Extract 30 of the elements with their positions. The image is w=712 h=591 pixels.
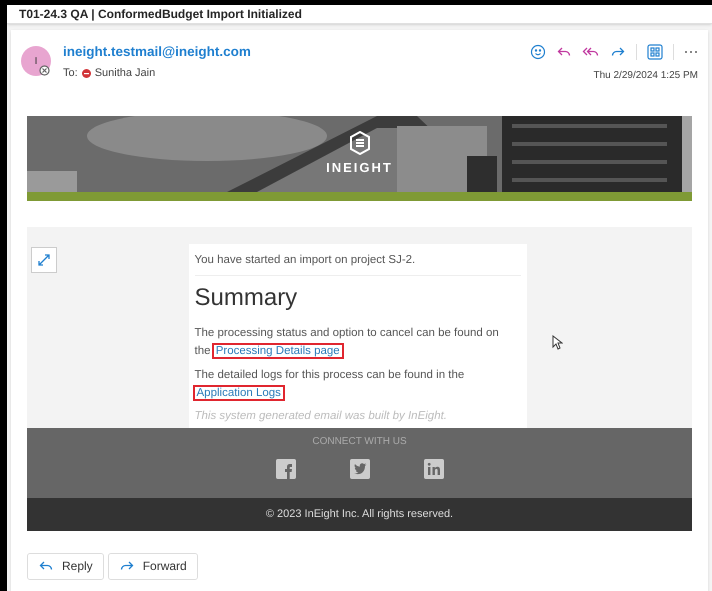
linkedin-icon[interactable]	[424, 458, 444, 478]
status-icon	[39, 65, 50, 76]
avatar: I	[21, 46, 51, 76]
logo-icon	[348, 130, 370, 155]
forward-button[interactable]: Forward	[108, 552, 198, 580]
twitter-icon[interactable]	[350, 458, 370, 478]
cursor-icon	[552, 335, 563, 350]
date-time: Thu 2/29/2024 1:25 PM	[593, 69, 698, 83]
facebook-icon[interactable]	[276, 458, 296, 478]
intro-text: You have started an import on project SJ-2.	[194, 252, 520, 276]
sender-address[interactable]: ineight.testmail@ineight.com	[63, 42, 251, 62]
window-title: T01-24.3 QA | ConformedBudget Import Initialized	[19, 6, 302, 23]
busy-icon	[82, 69, 91, 78]
expand-icon	[37, 253, 51, 267]
more-icon[interactable]	[684, 50, 698, 54]
reply-button[interactable]: Reply	[27, 552, 104, 580]
body-paragraph: The detailed logs for this process can be found in the Application Logs	[194, 368, 466, 402]
emoji-icon[interactable]	[530, 44, 546, 60]
to-label: To:	[63, 66, 78, 82]
expand-button[interactable]	[31, 247, 57, 273]
recipient-name[interactable]: Sunitha Jain	[94, 65, 156, 82]
summary-heading: Summary	[194, 283, 298, 314]
connect-label: CONNECT WITH US	[312, 434, 407, 448]
apps-icon[interactable]	[647, 44, 663, 60]
details-link[interactable]: Application Logs	[194, 387, 283, 400]
copyright-text: © 2023 InEight Inc. All rights reserved.	[266, 506, 454, 522]
body-paragraph: The processing status and option to cancel can be found on the Processing Details page	[194, 326, 500, 360]
details-link[interactable]: Processing Details page	[214, 345, 342, 358]
note-text: This system generated email was built by InEight.	[194, 409, 448, 424]
brand-name: INEIGHT	[326, 158, 393, 177]
